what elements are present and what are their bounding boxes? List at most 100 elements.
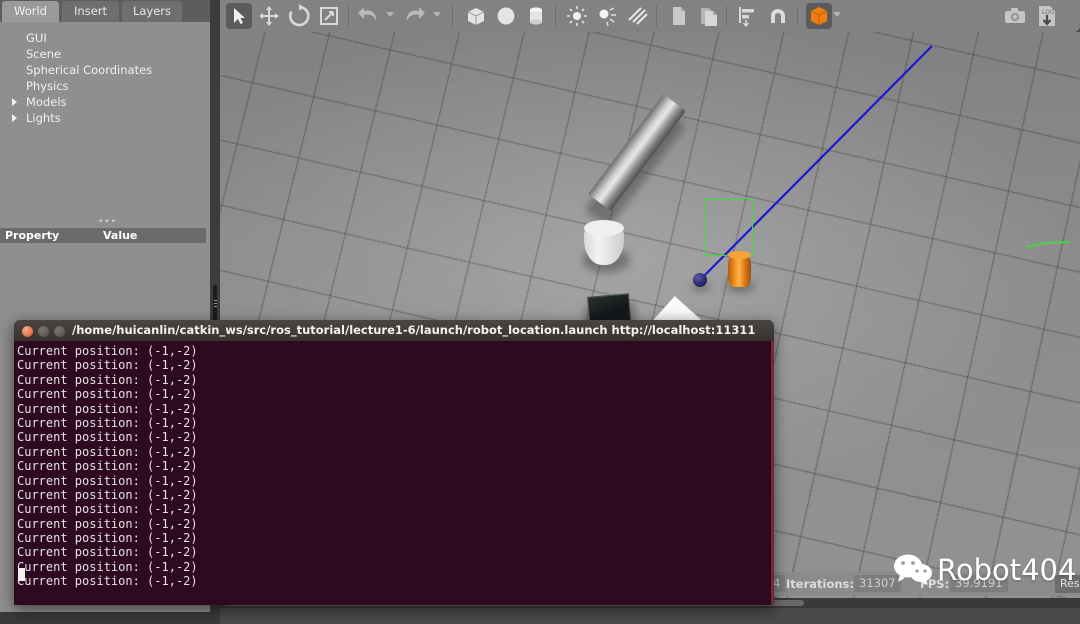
- terminal-cursor: [18, 568, 25, 581]
- blue-sphere-object[interactable]: [693, 273, 707, 287]
- svg-text:LOG: LOG: [1042, 9, 1055, 16]
- terminal-title-bar[interactable]: /home/huicanlin/catkin_ws/src/ros_tutori…: [14, 320, 774, 341]
- toolbar-separator: [726, 6, 727, 26]
- tree-item-label: Spherical Coordinates: [26, 63, 153, 77]
- paste-button[interactable]: [695, 3, 721, 29]
- spot-light-icon: [599, 7, 616, 27]
- tree-item-label: GUI: [26, 31, 47, 45]
- terminal-line: Current position: (-1,-2): [17, 545, 198, 560]
- tree-item-label: Models: [26, 95, 67, 109]
- tree-item-spherical-coordinates[interactable]: Spherical Coordinates: [0, 62, 210, 78]
- insert-cylinder-button[interactable]: [523, 3, 549, 29]
- terminal-line: Current position: (-1,-2): [17, 502, 198, 517]
- chevron-right-icon[interactable]: [12, 114, 17, 122]
- point-light-icon: [567, 6, 587, 26]
- align-icon: [739, 7, 754, 28]
- translate-mode-button[interactable]: [256, 3, 282, 29]
- screenshot-button[interactable]: [1002, 3, 1028, 29]
- left-panel-tab-strip: World Insert Layers: [0, 0, 210, 22]
- undo-button[interactable]: [355, 3, 381, 29]
- toolbar-separator: [348, 6, 349, 26]
- terminal-line: Current position: (-1,-2): [17, 344, 198, 358]
- insert-box-button[interactable]: [463, 3, 489, 29]
- window-minimize-button[interactable]: [38, 326, 49, 337]
- column-resize-grip[interactable]: •••: [98, 218, 116, 227]
- redo-button[interactable]: [402, 3, 428, 29]
- rotate-icon: [289, 4, 310, 27]
- terminal-line: Current position: (-1,-2): [17, 358, 198, 373]
- change-view-button[interactable]: [806, 3, 832, 29]
- insert-sphere-button[interactable]: [493, 3, 519, 29]
- tree-item-label: Lights: [26, 111, 61, 125]
- orange-cylinder-top-face: [728, 251, 751, 259]
- tab-layers[interactable]: Layers: [122, 1, 182, 22]
- undo-history-chevron-down-icon[interactable]: [386, 12, 394, 17]
- terminal-line: Current position: (-1,-2): [17, 430, 198, 445]
- cylinder-icon: [530, 7, 542, 25]
- terminal-line: Current position: (-1,-2): [17, 487, 198, 502]
- copy-button[interactable]: [665, 3, 691, 29]
- box-icon: [467, 8, 485, 25]
- terminal-line: Current position: (-1,-2): [17, 444, 198, 459]
- undo-arrow-icon: [358, 7, 377, 21]
- magnet-icon: [771, 9, 785, 23]
- change-view-chevron-down-icon[interactable]: [833, 12, 841, 17]
- tree-item-label: Physics: [26, 79, 69, 93]
- terminal-scroll-edge: [771, 341, 774, 605]
- align-button[interactable]: [735, 3, 761, 29]
- tree-item-gui[interactable]: GUI: [0, 30, 210, 46]
- toolbar-separator: [452, 6, 453, 26]
- column-header-value[interactable]: Value: [103, 228, 137, 243]
- scale-mode-button[interactable]: [316, 3, 342, 29]
- splitter-grip-dots: [213, 300, 217, 310]
- tree-item-lights[interactable]: Lights: [0, 110, 210, 126]
- save-log-button[interactable]: LOG: [1034, 3, 1060, 29]
- terminal-line: Current position: (-1,-2): [17, 516, 198, 531]
- rotate-mode-button[interactable]: [286, 3, 312, 29]
- green-selection-box: [705, 198, 753, 256]
- copy-icon: [673, 7, 685, 25]
- terminal-line: Current position: (-1,-2): [17, 401, 198, 416]
- terminal-window[interactable]: /home/huicanlin/catkin_ws/src/ros_tutori…: [14, 320, 774, 605]
- terminal-line: Current position: (-1,-2): [17, 372, 198, 387]
- tree-item-models[interactable]: Models: [0, 94, 210, 110]
- tree-item-physics[interactable]: Physics: [0, 78, 210, 94]
- directional-light-icon: [628, 7, 648, 25]
- iterations-value: 31307: [854, 575, 901, 592]
- column-header-property[interactable]: Property: [5, 228, 59, 243]
- toolbar-separator: [656, 6, 657, 26]
- terminal-line: Current position: (-1,-2): [17, 559, 198, 574]
- chevron-right-icon[interactable]: [12, 98, 17, 106]
- window-close-button[interactable]: [22, 326, 33, 337]
- snap-button[interactable]: [765, 3, 791, 29]
- insert-directional-light-button[interactable]: [624, 3, 650, 29]
- terminal-line: Current position: (-1,-2): [17, 473, 198, 488]
- redo-history-chevron-down-icon[interactable]: [433, 12, 441, 17]
- reset-button[interactable]: Reset: [1055, 575, 1080, 593]
- camera-icon: [1005, 8, 1025, 23]
- gazebo-application-window: World Insert Layers GUI Scene Spherical …: [0, 0, 1080, 624]
- green-edge-marker: [1026, 241, 1070, 248]
- paste-icon: [701, 8, 717, 26]
- terminal-line: Current position: (-1,-2): [17, 531, 198, 546]
- fps-label: FPS:: [920, 577, 950, 591]
- world-tree: GUI Scene Spherical Coordinates Physics …: [0, 22, 210, 222]
- redo-arrow-icon: [406, 7, 425, 21]
- window-maximize-button[interactable]: [54, 326, 65, 337]
- sphere-icon: [497, 7, 515, 25]
- toolbar-separator: [555, 6, 556, 26]
- tree-item-scene[interactable]: Scene: [0, 46, 210, 62]
- tab-insert[interactable]: Insert: [62, 1, 119, 22]
- fps-value: 39.9191: [950, 575, 1008, 592]
- insert-point-light-button[interactable]: [564, 3, 590, 29]
- move-arrows-icon: [259, 6, 279, 26]
- select-mode-button[interactable]: [226, 3, 252, 29]
- property-table-header: Property Value: [0, 228, 206, 243]
- terminal-line: Current position: (-1,-2): [17, 459, 198, 474]
- tab-world[interactable]: World: [2, 1, 59, 22]
- iterations-label: Iterations:: [786, 577, 854, 591]
- terminal-title: /home/huicanlin/catkin_ws/src/ros_tutori…: [72, 323, 756, 337]
- terminal-output[interactable]: Current position: (-1,-2) Current positio…: [14, 341, 774, 605]
- main-toolbar: LOG: [220, 0, 1080, 32]
- insert-spot-light-button[interactable]: [594, 3, 620, 29]
